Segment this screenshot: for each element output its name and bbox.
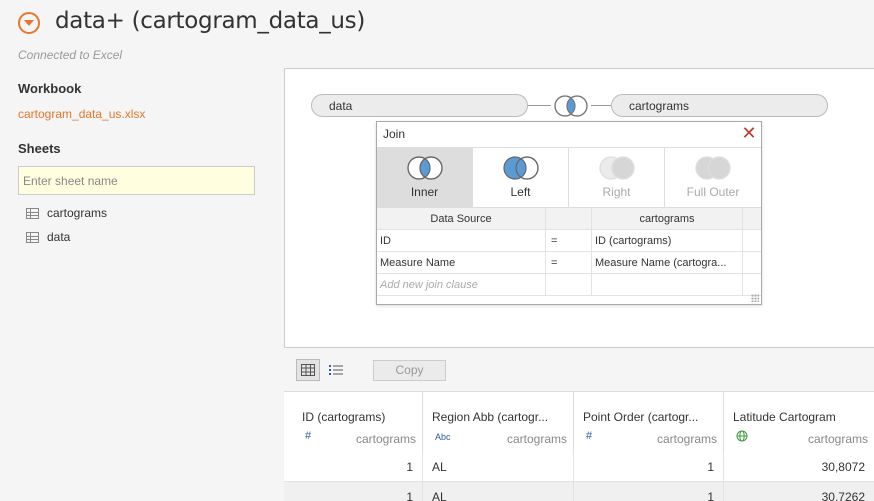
grid-view-button[interactable] (296, 359, 320, 381)
sheets-heading: Sheets (18, 141, 61, 156)
column-name: ID (cartograms) (302, 410, 386, 424)
sheet-item-label: data (47, 230, 71, 244)
cell-latitude-cartogram[interactable]: 30,8072 (724, 452, 874, 482)
right-join-icon (599, 156, 635, 180)
header-cartograms: cartograms (592, 208, 743, 229)
column-source: cartograms (506, 432, 567, 446)
join-clause-header: Data Source cartograms (377, 208, 761, 230)
connection-status: Connected to Excel (18, 48, 123, 62)
header-operator (546, 208, 592, 229)
left-panel: Workbook cartogram_data_us.xlsx Sheets c… (0, 68, 284, 501)
add-join-clause-row[interactable]: Add new join clause (377, 274, 761, 296)
join-dialog-title: Join (383, 127, 406, 141)
datasource-menu-icon[interactable] (18, 12, 40, 34)
globe-icon[interactable] (736, 430, 748, 442)
join-type-label: Right (602, 185, 631, 199)
resize-grip-icon[interactable] (751, 294, 759, 302)
join-type-right[interactable]: Right (569, 148, 665, 207)
close-icon[interactable]: ✕ (740, 123, 758, 143)
sheet-item-data[interactable]: data (26, 228, 70, 246)
join-type-full-outer[interactable]: Full Outer (665, 148, 761, 207)
sheet-grid-icon (26, 231, 39, 243)
join-type-selector: Inner Left Right Full Outer (377, 147, 761, 208)
copy-button[interactable]: Copy (373, 360, 446, 381)
column-name: Point Order (cartogr... (583, 410, 699, 424)
join-type-inner[interactable]: Inner (377, 148, 473, 207)
join-clause-operator[interactable]: = (546, 252, 592, 273)
join-type-label: Full Outer (686, 185, 740, 199)
column-header-point-order[interactable]: Point Order (cartogr... # cartograms (574, 392, 724, 452)
join-clause-operator[interactable]: = (546, 230, 592, 251)
table-row[interactable]: 1 AL 1 30,8072 (284, 452, 874, 482)
column-source: cartograms (807, 432, 868, 446)
full-outer-join-icon (695, 156, 731, 180)
join-dialog: Join ✕ Inner Left Right Full Outer Data … (376, 121, 762, 305)
table-pill-cartograms[interactable]: cartograms (611, 94, 828, 117)
cell-region-abb[interactable]: AL (423, 482, 574, 501)
cell-point-order[interactable]: 1 (574, 482, 724, 501)
grid-view-icon (301, 364, 315, 376)
column-source: cartograms (355, 432, 416, 446)
sheet-search-input[interactable] (18, 166, 255, 195)
string-type-icon[interactable]: Abc (435, 432, 451, 442)
header-data-source: Data Source (377, 208, 546, 229)
sheet-grid-icon (26, 207, 39, 219)
list-view-button[interactable] (324, 359, 348, 381)
column-source: cartograms (656, 432, 717, 446)
number-type-icon[interactable]: # (305, 430, 311, 442)
join-type-label: Inner (410, 185, 439, 199)
column-header-region-abb[interactable]: Region Abb (cartogr... Abc cartograms (423, 392, 574, 452)
inner-join-icon (407, 156, 443, 180)
join-clause-table: Data Source cartograms ID = ID (cartogra… (377, 208, 761, 296)
left-join-type-icon (503, 156, 539, 180)
join-clause-row[interactable]: Measure Name = Measure Name (cartogra... (377, 252, 761, 274)
join-connector-right (591, 105, 611, 106)
add-join-clause[interactable]: Add new join clause (377, 274, 546, 295)
join-clause-row[interactable]: ID = ID (cartograms) (377, 230, 761, 252)
column-header-latitude-cartogram[interactable]: Latitude Cartogram cartograms (724, 392, 874, 452)
header: data+ (cartogram_data_us) Connected to E… (0, 0, 874, 68)
cell-latitude-cartogram[interactable]: 30,7262 (724, 482, 874, 501)
column-header-id[interactable]: ID (cartograms) # cartograms (293, 392, 423, 452)
cell-id[interactable]: 1 (293, 452, 423, 482)
join-clause-right-field[interactable]: ID (cartograms) (592, 230, 743, 251)
join-type-label: Left (510, 185, 531, 199)
left-join-icon[interactable] (551, 93, 591, 119)
join-clause-left-field[interactable]: Measure Name (377, 252, 546, 273)
table-row[interactable]: 1 AL 1 30,7262 (284, 482, 874, 501)
number-type-icon[interactable]: # (586, 430, 592, 442)
cell-region-abb[interactable]: AL (423, 452, 574, 482)
join-type-left[interactable]: Left (473, 148, 569, 207)
join-clause-left-field[interactable]: ID (377, 230, 546, 251)
join-connector-left (528, 105, 551, 106)
workbook-file-link[interactable]: cartogram_data_us.xlsx (18, 107, 145, 121)
join-clause-right-field[interactable]: Measure Name (cartogra... (592, 252, 743, 273)
data-grid[interactable]: ID (cartograms) # cartograms Region Abb … (284, 391, 874, 501)
sheet-item-cartograms[interactable]: cartograms (26, 204, 107, 222)
column-name: Latitude Cartogram (733, 410, 836, 424)
workbook-heading: Workbook (18, 81, 82, 96)
list-view-icon (329, 365, 343, 375)
data-source-page: data+ (cartogram_data_us) Connected to E… (0, 0, 874, 501)
sheet-item-label: cartograms (47, 206, 108, 220)
column-name: Region Abb (cartogr... (432, 410, 549, 424)
cell-point-order[interactable]: 1 (574, 452, 724, 482)
page-title[interactable]: data+ (cartogram_data_us) (55, 8, 365, 34)
table-pill-data[interactable]: data (311, 94, 528, 117)
cell-id[interactable]: 1 (293, 482, 423, 501)
